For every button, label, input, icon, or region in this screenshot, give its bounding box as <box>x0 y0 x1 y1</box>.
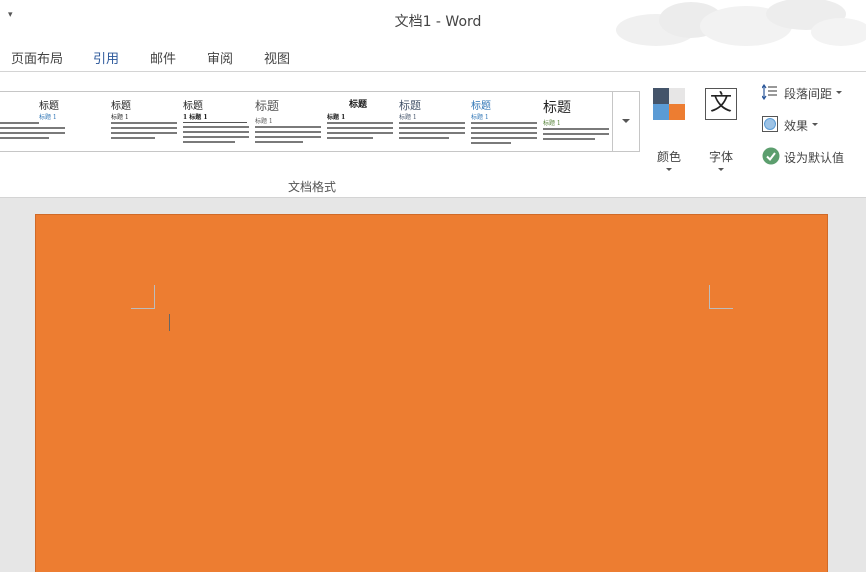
tab-page-layout[interactable]: 页面布局 <box>11 48 63 67</box>
style-set-gallery: 标题 标题 1 标题 标题 1 标题 1 标题 1 标题 标题 1 标题 标题 … <box>0 91 612 152</box>
set-as-default-button[interactable]: 设为默认值 <box>760 146 850 168</box>
document-page[interactable] <box>35 214 828 572</box>
fonts-button[interactable]: 文 字体 <box>697 88 745 171</box>
font-icon: 文 <box>705 88 737 120</box>
margin-marker-top-right <box>709 285 733 309</box>
effects-label: 效果 <box>784 119 809 133</box>
fonts-label: 字体 <box>708 150 733 164</box>
chevron-down-icon <box>622 119 630 123</box>
title-bar: ▾ 文档1 - Word <box>0 0 866 46</box>
tab-references[interactable]: 引用 <box>93 48 119 67</box>
style-set-thumbnail[interactable]: 标题 标题 1 <box>327 92 399 151</box>
ribbon-design: 标题 标题 1 标题 标题 1 标题 1 标题 1 标题 标题 1 标题 标题 … <box>0 72 866 198</box>
text-cursor <box>169 314 170 331</box>
paragraph-spacing-label: 段落间距 <box>784 87 833 101</box>
style-set-thumbnail[interactable]: 标题 标题 1 <box>111 92 183 151</box>
style-set-thumbnail[interactable]: 标题 标题 1 <box>471 92 543 151</box>
style-set-thumbnail[interactable]: 标题 标题 1 <box>399 92 471 151</box>
style-set-thumbnail[interactable]: 标题 标题 1 <box>0 92 71 151</box>
group-label-document-formatting: 文档格式 <box>287 180 336 194</box>
paragraph-spacing-button[interactable]: 段落间距 <box>760 82 846 104</box>
checkmark-icon <box>762 147 780 165</box>
tab-view[interactable]: 视图 <box>264 48 290 67</box>
tab-review[interactable]: 审阅 <box>207 48 233 67</box>
margin-marker-top-left <box>131 285 155 309</box>
chevron-down-icon <box>812 123 818 126</box>
style-set-thumbnail[interactable]: 标题 标题 1 <box>543 92 611 151</box>
color-palette-icon <box>653 88 685 120</box>
ribbon-tabs: 页面布局 引用 邮件 审阅 视图 <box>0 38 866 72</box>
chevron-down-icon <box>718 168 724 171</box>
paragraph-spacing-icon <box>762 84 777 100</box>
set-as-default-label: 设为默认值 <box>784 151 845 165</box>
tab-mailings[interactable]: 邮件 <box>150 48 176 67</box>
style-set-thumbnail[interactable]: 标题 标题 1 <box>255 92 327 151</box>
colors-label: 颜色 <box>656 150 681 164</box>
document-canvas <box>0 198 866 572</box>
effects-button[interactable]: 效果 <box>760 114 822 136</box>
colors-button[interactable]: 颜色 <box>645 88 693 171</box>
chevron-down-icon <box>666 168 672 171</box>
chevron-down-icon <box>836 91 842 94</box>
style-set-thumbnail[interactable]: 标题 1 标题 1 <box>183 92 255 151</box>
effects-icon <box>762 116 778 132</box>
gallery-more-button[interactable] <box>612 91 640 152</box>
